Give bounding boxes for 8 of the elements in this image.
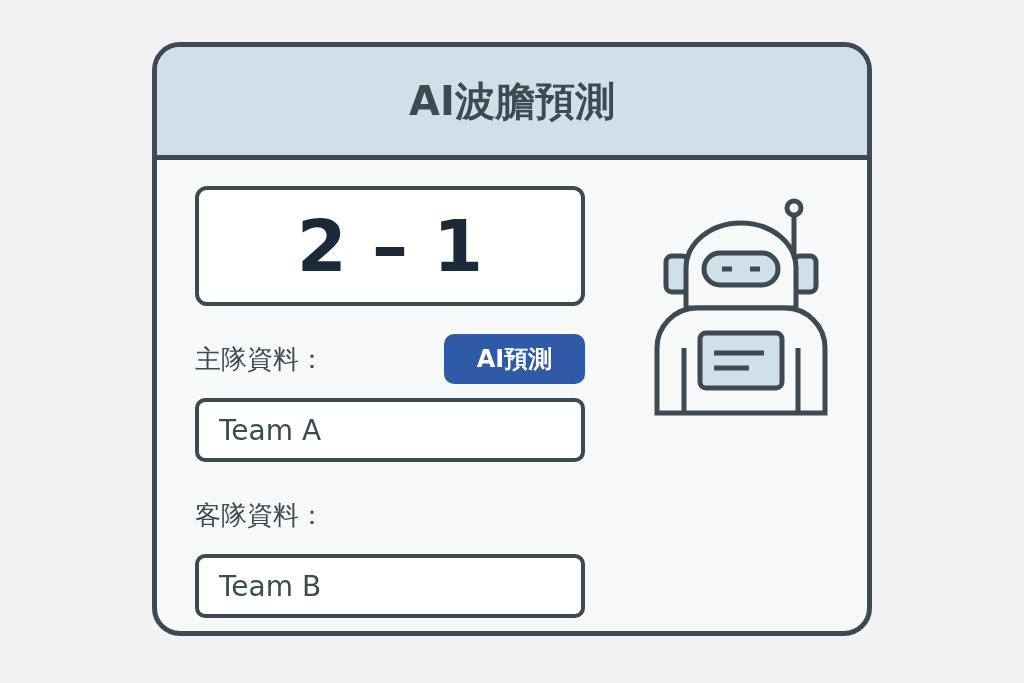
input-field[interactable]: Team A bbox=[195, 398, 585, 462]
away-team-label: 客隊資料： bbox=[195, 498, 325, 532]
window-title: AI波膽預測 bbox=[409, 76, 615, 126]
score-display: 2 – 1 bbox=[195, 186, 585, 306]
home-team-label: 主隊資料： bbox=[195, 342, 325, 376]
input-field[interactable]: Team B bbox=[195, 554, 585, 618]
robot-icon bbox=[654, 198, 828, 418]
ai-predict-button[interactable]: AI預測 bbox=[444, 334, 585, 384]
